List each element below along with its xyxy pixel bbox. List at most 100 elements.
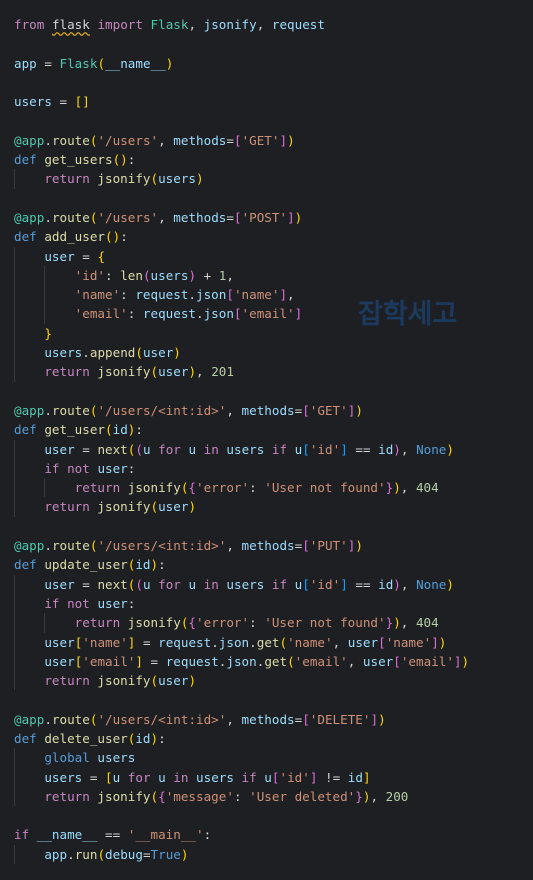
code-line[interactable]: user['name'] = request.json.get('name', … [0, 632, 533, 652]
code-line[interactable]: def delete_user(id): [0, 729, 533, 748]
token-function-add-user: add_user [44, 229, 106, 245]
code-line[interactable]: return jsonify(users) [0, 169, 533, 189]
code-line[interactable]: users = [u for u in users if u['id'] != … [0, 767, 533, 787]
token-string-route-path: '/users' [97, 209, 159, 225]
token-var-user: user [44, 576, 83, 592]
token-paren-close: ) [188, 364, 197, 380]
token-function-update-user: update_user [44, 557, 128, 573]
code-line[interactable]: def get_users(): [0, 150, 533, 169]
code-line[interactable]: @app.route('/users', methods=['GET']) [0, 131, 533, 150]
token-decorator-app: @app [14, 711, 45, 727]
code-line[interactable]: @app.route('/users/<int:id>', methods=['… [0, 401, 533, 420]
token-assign: = [142, 653, 166, 669]
code-line[interactable]: return jsonify(user) [0, 497, 533, 517]
token-var-user: user [97, 595, 128, 611]
token-string-user-not-found: 'User not found' [264, 480, 386, 496]
token-var-u: u [188, 576, 204, 592]
code-line[interactable]: user['email'] = request.json.get('email'… [0, 651, 533, 672]
code-line-blank[interactable] [0, 189, 533, 208]
code-line-blank[interactable] [0, 517, 533, 536]
token-jsonify: jsonify [203, 17, 257, 32]
code-line[interactable]: return jsonify(user), 201 [0, 362, 533, 382]
code-line[interactable]: def update_user(id): [0, 555, 533, 574]
token-var-app: app [44, 846, 68, 862]
token-param-id: id [378, 441, 394, 457]
code-line[interactable]: user = next((u for u in users if u['id']… [0, 439, 533, 459]
token-assign: = [135, 634, 159, 650]
token-paren-close: ) [150, 730, 159, 746]
code-line[interactable]: @app.route('/users/<int:id>', methods=['… [0, 536, 533, 555]
code-line[interactable]: return jsonify({'error': 'User not found… [0, 613, 533, 633]
code-line[interactable]: user = { [0, 246, 533, 266]
token-var-user: user [44, 441, 83, 457]
code-line-blank[interactable] [0, 73, 533, 92]
code-line[interactable]: app.run(debug=True) [0, 844, 533, 865]
code-line-blank[interactable] [0, 382, 533, 401]
token-keyword-none: None [416, 441, 447, 457]
code-line[interactable]: @app.route('/users/<int:id>', methods=['… [0, 710, 533, 729]
token-string-email: 'email' [294, 653, 348, 669]
token-param-id: id [378, 576, 394, 592]
token-var-users: users [150, 267, 189, 283]
token-var-users: users [44, 345, 83, 361]
token-decorator-app: @app [14, 209, 45, 225]
code-line-blank[interactable] [0, 34, 533, 53]
token-bracket-close: ] [279, 132, 288, 148]
token-call-jsonify: jsonify [97, 364, 151, 380]
code-line[interactable]: return jsonify({'message': 'User deleted… [0, 786, 533, 807]
token-call-len: len [120, 267, 143, 283]
token-keyword-for: for [127, 769, 159, 785]
code-line[interactable]: def add_user(): [0, 227, 533, 246]
token-paren-close: ) [188, 673, 197, 689]
code-line[interactable]: def get_user(id): [0, 420, 533, 439]
code-line-blank[interactable] [0, 806, 533, 825]
token-attr-json: json [203, 306, 234, 322]
token-decorator-app: @app [14, 132, 45, 148]
token-var-users: users [14, 94, 60, 110]
token-bracket-open: [ [302, 402, 310, 418]
token-paren-close: ) [393, 480, 401, 496]
code-line[interactable]: 'email': request.json['email'] [0, 304, 533, 324]
code-line[interactable]: return jsonify({'error': 'User not found… [0, 478, 533, 498]
code-line[interactable]: 'id': len(users) + 1, [0, 265, 533, 286]
token-dict-key-email: 'email' [74, 306, 128, 322]
code-line-blank[interactable] [0, 690, 533, 709]
token-paren-open: ( [97, 846, 106, 862]
token-paren-close: ) [188, 267, 197, 283]
code-line[interactable]: if __name__ == '__main__': [0, 825, 533, 844]
code-line[interactable]: global users [0, 748, 533, 768]
token-keyword-return: return [44, 171, 98, 187]
token-call-jsonify: jsonify [97, 171, 151, 187]
token-parens: () [105, 229, 121, 245]
code-line[interactable]: if not user: [0, 593, 533, 614]
code-line[interactable]: if not user: [0, 458, 533, 479]
code-line[interactable]: @app.route('/users', methods=['POST']) [0, 208, 533, 227]
token-kwarg-methods: methods [173, 132, 227, 148]
code-line[interactable]: app = Flask(__name__) [0, 54, 533, 73]
token-assign: = [226, 132, 234, 148]
token-colon: : [127, 595, 136, 611]
code-line[interactable]: from flask import Flask, jsonify, reques… [0, 15, 533, 34]
token-keyword-return: return [74, 615, 128, 631]
token-comma: , [158, 209, 174, 225]
code-line[interactable]: users = [] [0, 92, 533, 111]
code-editor-surface[interactable]: 잡학세고 from flask import Flask, jsonify, r… [0, 0, 533, 880]
code-lines-container[interactable]: from flask import Flask, jsonify, reques… [0, 15, 533, 865]
code-line[interactable]: user = next((u for u in users if u['id']… [0, 574, 533, 594]
code-line[interactable]: } [0, 323, 533, 344]
token-paren-open: ( [97, 55, 106, 71]
code-line[interactable]: 'name': request.json['name'], [0, 285, 533, 305]
token-string-route-path: '/users/<int:id>' [97, 711, 227, 727]
token-assign: = [82, 441, 98, 457]
token-string-route-path: '/users' [97, 132, 159, 148]
code-line[interactable]: return jsonify(user) [0, 671, 533, 691]
token-paren-close: ) [378, 711, 386, 727]
token-dict-key-error: 'error' [196, 480, 250, 496]
token-comma: , [226, 711, 242, 727]
token-paren-close: ) [355, 538, 363, 554]
code-line-blank[interactable] [0, 111, 533, 130]
token-var-request: request [142, 306, 196, 322]
code-line[interactable]: users.append(user) [0, 343, 533, 363]
token-string-email: 'email' [82, 653, 136, 669]
